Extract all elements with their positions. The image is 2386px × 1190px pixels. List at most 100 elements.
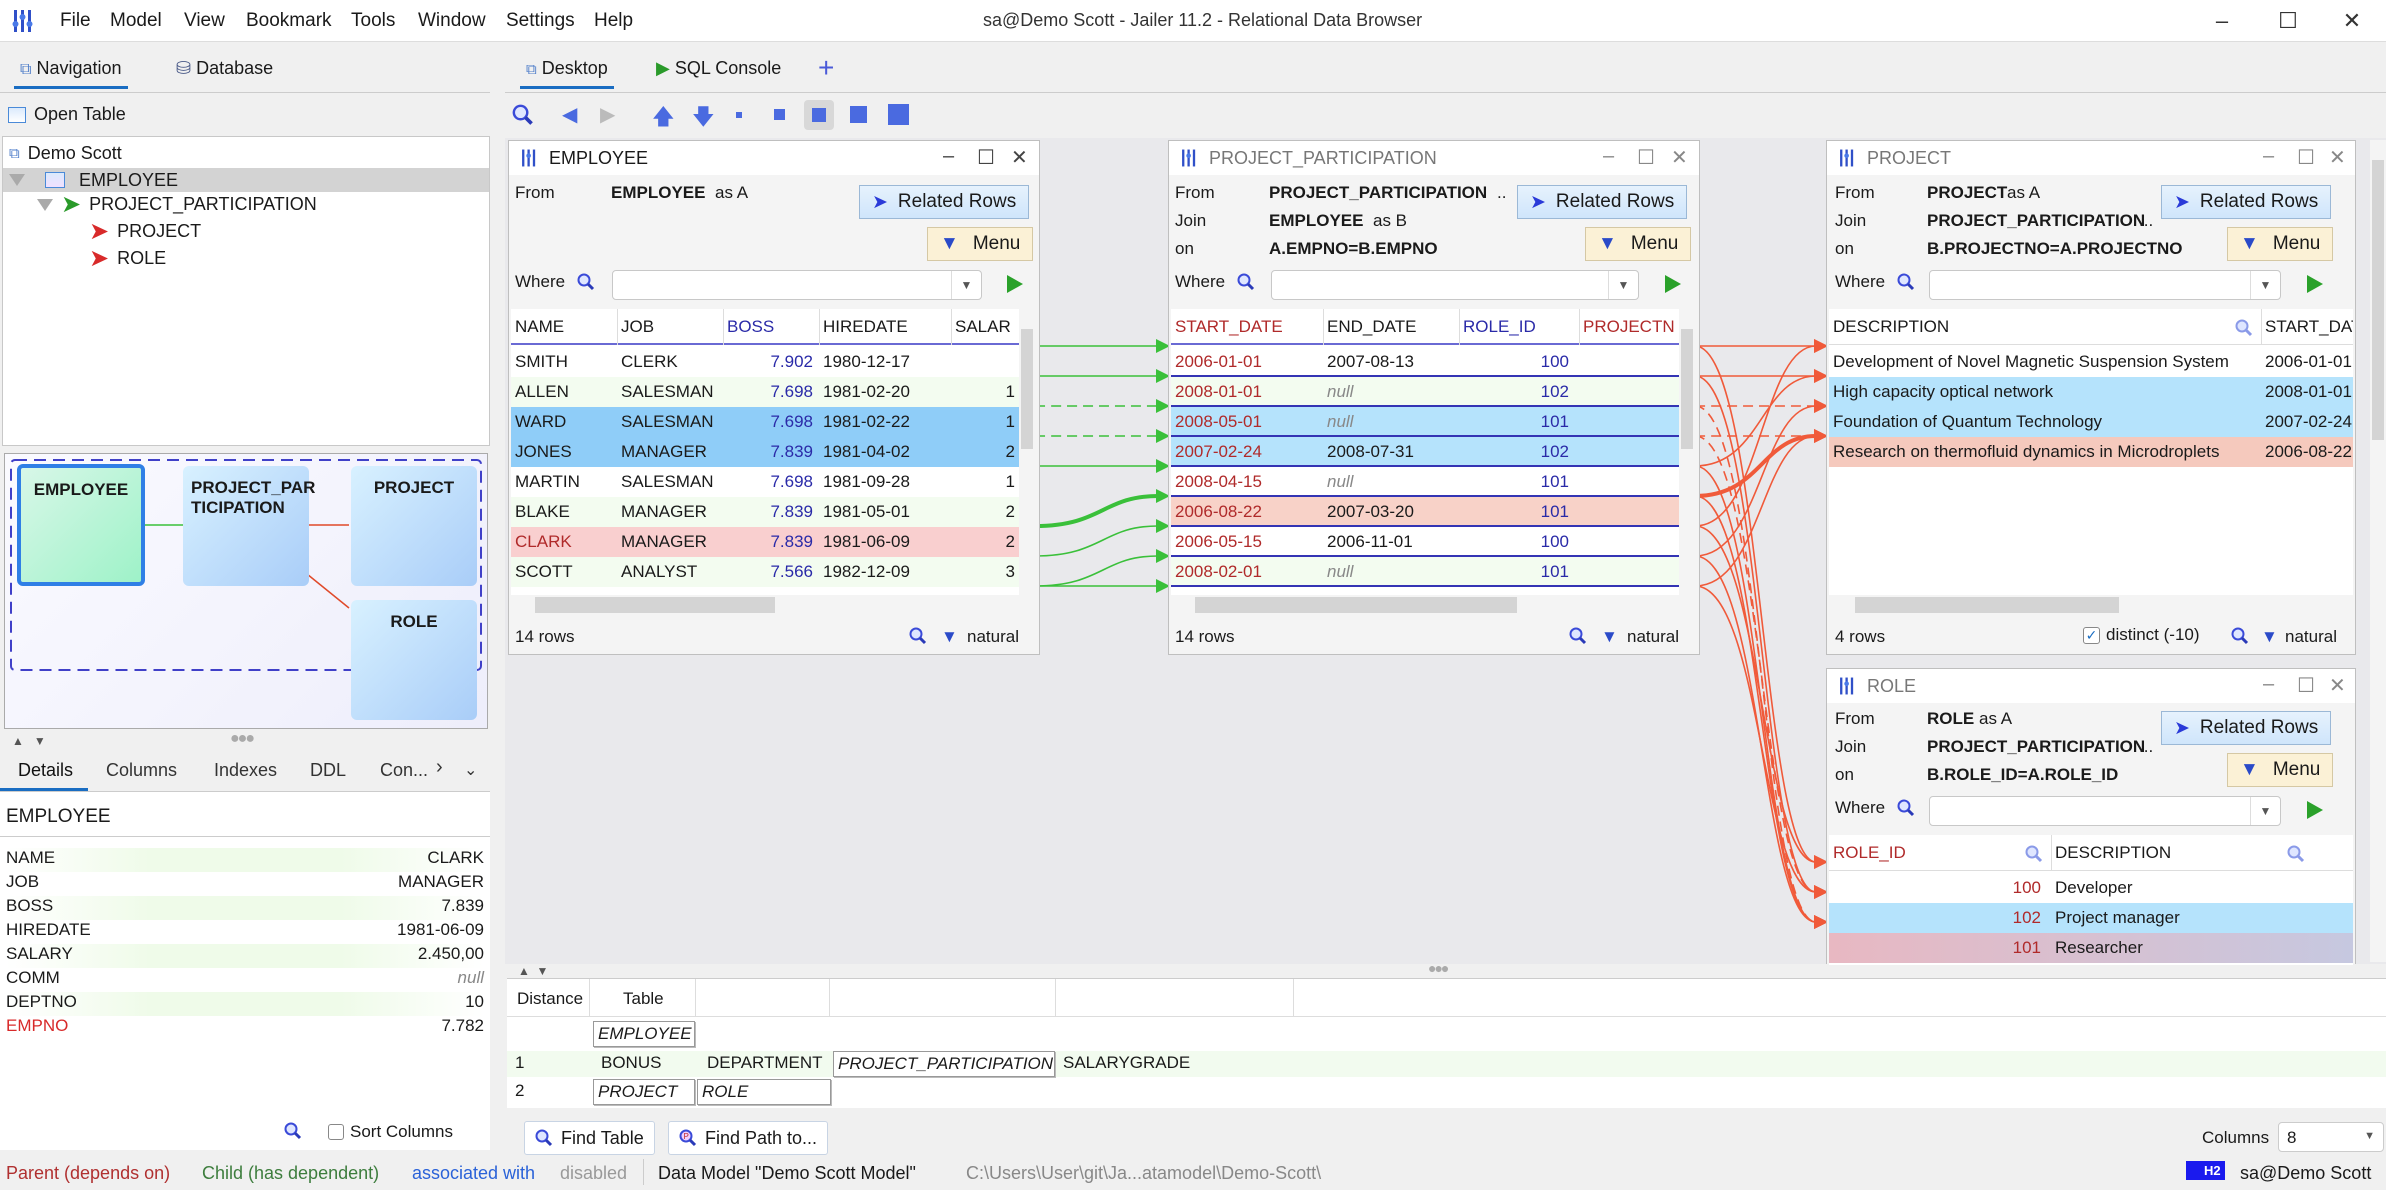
menu-help[interactable]: Help xyxy=(594,10,633,32)
column-header[interactable]: DESCRIPTION xyxy=(1833,317,1949,337)
zoom-tiny-icon[interactable] xyxy=(736,112,742,118)
minimize-button[interactable]: – xyxy=(2202,4,2242,38)
minimize-icon[interactable]: – xyxy=(1603,145,1614,168)
closure-table-cell[interactable]: EMPLOYEE xyxy=(593,1021,695,1047)
window-titlebar[interactable]: EMPLOYEE – ☐ ✕ xyxy=(509,141,1039,175)
table-row[interactable]: WARD SALESMAN 7.698 1981-02-22 1 xyxy=(511,407,1019,437)
zoom-xlarge-icon[interactable] xyxy=(888,104,909,125)
tab-database[interactable]: ⛁ Database xyxy=(170,58,279,79)
diagram-node-employee[interactable]: EMPLOYEE xyxy=(17,464,145,586)
maximize-icon[interactable]: ☐ xyxy=(1637,145,1655,170)
search-icon[interactable] xyxy=(2287,845,2305,863)
search-icon[interactable] xyxy=(909,627,927,645)
closure-table-cell[interactable]: PROJECT_PARTICIPATION xyxy=(833,1051,1055,1077)
tree-item-role[interactable]: ➤ ROLE xyxy=(89,246,166,270)
tab-desktop[interactable]: ⧉ Desktop xyxy=(520,58,614,89)
column-header[interactable]: ROLE_ID xyxy=(1833,843,1906,863)
where-input[interactable]: ▼ xyxy=(612,270,982,300)
related-rows-button[interactable]: ➤ Related Rows xyxy=(2161,711,2332,745)
table-row[interactable]: MARTIN SALESMAN 7.698 1981-09-28 1 xyxy=(511,467,1019,497)
tree-root[interactable]: ⧉ Demo Scott xyxy=(9,143,122,164)
maximize-icon[interactable]: ☐ xyxy=(2297,145,2315,170)
expand-icon[interactable] xyxy=(9,174,25,186)
table-row[interactable]: 2006-08-222007-03-20102 xyxy=(1171,587,1679,595)
table-row[interactable]: High capacity optical network 2008-01-01 xyxy=(1829,377,2353,407)
where-input[interactable]: ▼ xyxy=(1271,270,1639,300)
table-row[interactable]: 2008-02-01 null 101 xyxy=(1171,557,1679,587)
column-header[interactable]: NAME xyxy=(515,317,564,337)
table-row[interactable]: 2006-01-01 2007-08-13 100 xyxy=(1171,347,1679,377)
table-row[interactable]: Research on thermofluid dynamics in Micr… xyxy=(1829,437,2353,467)
tree-item-project-participation[interactable]: ➤ PROJECT_PARTICIPATION xyxy=(37,192,317,216)
close-icon[interactable]: ✕ xyxy=(2329,145,2346,170)
columns-select[interactable]: 8 ▼ xyxy=(2278,1122,2384,1152)
sort-icon[interactable]: ▼ xyxy=(941,627,958,647)
splitter-handle[interactable]: ●●● xyxy=(230,730,255,748)
where-dropdown[interactable]: ▼ xyxy=(1608,271,1638,299)
where-dropdown[interactable]: ▼ xyxy=(2250,271,2280,299)
menu-button[interactable]: ▼ Menu xyxy=(2227,753,2334,787)
table-row[interactable]: CLARK MANAGER 7.839 1981-06-09 2 xyxy=(511,527,1019,557)
open-table-button[interactable]: Open Table xyxy=(8,104,126,125)
search-icon[interactable] xyxy=(2235,319,2253,337)
search-icon[interactable] xyxy=(577,273,595,291)
where-dropdown[interactable]: ▼ xyxy=(2250,797,2280,825)
window-titlebar[interactable]: PROJECT_PARTICIPATION – ☐ ✕ xyxy=(1169,141,1699,175)
tab-indexes[interactable]: Indexes xyxy=(214,760,277,781)
tree-item-employee[interactable]: EMPLOYEE xyxy=(3,168,489,192)
chevron-down-icon[interactable]: ⌄ xyxy=(464,760,477,780)
search-icon[interactable] xyxy=(1237,273,1255,291)
table-row[interactable]: 2008-05-01 null 101 xyxy=(1171,407,1679,437)
horizontal-scrollbar[interactable] xyxy=(1829,595,2353,615)
desktop-vertical-scrollbar[interactable] xyxy=(2370,140,2386,962)
table-row[interactable]: SMITH CLERK 7.902 1980-12-17 xyxy=(511,347,1019,377)
closure-table-cell[interactable]: ROLE xyxy=(697,1079,831,1105)
close-button[interactable]: ✕ xyxy=(2332,4,2372,38)
vertical-scrollbar[interactable] xyxy=(1019,309,1035,595)
sort-order[interactable]: natural xyxy=(967,627,1019,647)
maximize-button[interactable]: ☐ xyxy=(2268,4,2308,38)
table-row[interactable]: ALLEN SALESMAN 7.698 1981-02-20 1 xyxy=(511,377,1019,407)
run-icon[interactable] xyxy=(1007,275,1023,293)
tab-details[interactable]: Details xyxy=(18,760,73,781)
close-icon[interactable]: ✕ xyxy=(1011,145,1028,170)
where-dropdown[interactable]: ▼ xyxy=(951,271,981,299)
diagram-node-project-participation[interactable]: PROJECT_PAR TICIPATION xyxy=(183,466,315,586)
zoom-medium-button[interactable] xyxy=(804,100,834,130)
table-row[interactable]: 2008-04-15 null 101 xyxy=(1171,467,1679,497)
close-icon[interactable]: ✕ xyxy=(2329,673,2346,698)
window-titlebar[interactable]: PROJECT – ☐ ✕ xyxy=(1827,141,2355,175)
table-row[interactable]: SCOTT ANALYST 7.566 1982-12-09 3 xyxy=(511,557,1019,587)
expand-icon[interactable] xyxy=(37,198,53,211)
back-icon[interactable]: ◀ xyxy=(562,102,577,127)
add-tab-button[interactable]: + xyxy=(818,52,834,84)
search-icon[interactable] xyxy=(1569,627,1587,645)
tab-constraints[interactable]: Con... xyxy=(380,760,428,781)
table-row[interactable]: Development of Novel Magnetic Suspension… xyxy=(1829,347,2353,377)
menu-settings[interactable]: Settings xyxy=(506,10,575,32)
column-header[interactable]: START_DAT xyxy=(2265,317,2353,337)
maximize-icon[interactable]: ☐ xyxy=(977,145,995,170)
sort-order[interactable]: natural xyxy=(1627,627,1679,647)
column-header[interactable]: DESCRIPTION xyxy=(2055,843,2171,863)
maximize-icon[interactable]: ☐ xyxy=(2297,673,2315,698)
table-row[interactable]: JONES MANAGER 7.839 1981-04-02 2 xyxy=(511,437,1019,467)
column-header[interactable]: ROLE_ID xyxy=(1463,317,1536,337)
table-row[interactable]: 2008-01-01 null 102 xyxy=(1171,377,1679,407)
column-header[interactable]: START_DATE xyxy=(1175,317,1283,337)
run-icon[interactable] xyxy=(2307,801,2323,819)
zoom-small-icon[interactable] xyxy=(774,109,785,120)
table-row[interactable]: 2006-08-22 2007-03-20 101 xyxy=(1171,497,1679,527)
minimize-icon[interactable]: – xyxy=(943,145,954,168)
menu-view[interactable]: View xyxy=(184,10,225,32)
menu-button[interactable]: ▼ Menu xyxy=(927,227,1034,261)
column-header[interactable]: JOB xyxy=(621,317,654,337)
distinct-checkbox[interactable]: ✓ distinct (-10) xyxy=(2083,625,2200,645)
close-icon[interactable]: ✕ xyxy=(1671,145,1688,170)
column-header[interactable]: SALAR xyxy=(955,317,1011,337)
tree-item-project[interactable]: ➤ PROJECT xyxy=(89,219,201,243)
minimize-icon[interactable]: – xyxy=(2263,145,2274,168)
closure-table-cell[interactable]: DEPARTMENT xyxy=(703,1051,827,1077)
search-icon[interactable] xyxy=(2231,627,2249,645)
menu-model[interactable]: Model xyxy=(110,10,162,32)
